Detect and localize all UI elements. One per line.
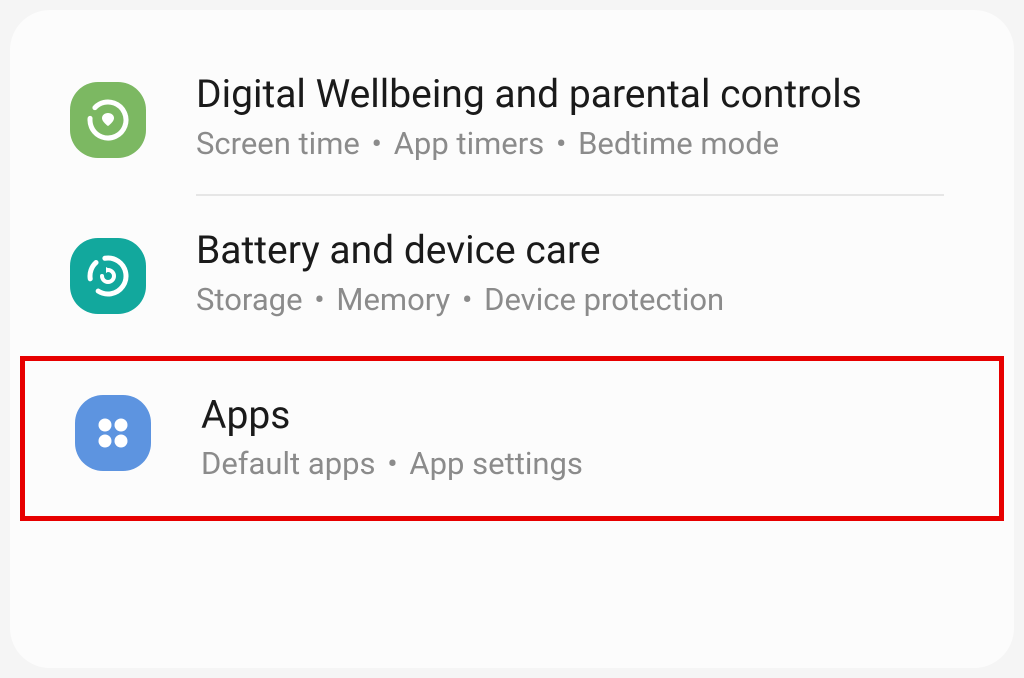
separator-dot: • (556, 125, 574, 162)
settings-list: Digital Wellbeing and parental controls … (10, 10, 1014, 668)
item-content: Battery and device care Storage • Memory… (196, 226, 964, 318)
subtitle-part: App settings (409, 445, 583, 482)
item-content: Apps Default apps • App settings (201, 391, 959, 483)
subtitle-part: Default apps (201, 445, 376, 482)
separator-dot: • (314, 281, 332, 318)
item-title: Battery and device care (196, 226, 964, 275)
settings-item-battery-device-care[interactable]: Battery and device care Storage • Memory… (60, 196, 964, 350)
device-care-icon (70, 238, 146, 314)
settings-item-digital-wellbeing[interactable]: Digital Wellbeing and parental controls … (60, 40, 964, 194)
item-content: Digital Wellbeing and parental controls … (196, 70, 964, 162)
highlight-box-apps: Apps Default apps • App settings (20, 356, 1004, 522)
separator-dot: • (372, 125, 390, 162)
item-subtitle: Default apps • App settings (201, 445, 959, 482)
item-subtitle: Storage • Memory • Device protection (196, 281, 964, 318)
item-title: Apps (201, 391, 959, 440)
subtitle-part: Screen time (196, 125, 360, 162)
settings-item-apps[interactable]: Apps Default apps • App settings (65, 361, 959, 517)
subtitle-part: Memory (336, 281, 450, 318)
item-subtitle: Screen time • App timers • Bedtime mode (196, 125, 964, 162)
subtitle-part: App timers (394, 125, 545, 162)
separator-dot: • (387, 445, 405, 482)
subtitle-part: Bedtime mode (578, 125, 779, 162)
subtitle-part: Storage (196, 281, 303, 318)
apps-icon (75, 395, 151, 471)
separator-dot: • (462, 281, 480, 318)
digital-wellbeing-icon (70, 82, 146, 158)
subtitle-part: Device protection (484, 281, 724, 318)
item-title: Digital Wellbeing and parental controls (196, 70, 964, 119)
